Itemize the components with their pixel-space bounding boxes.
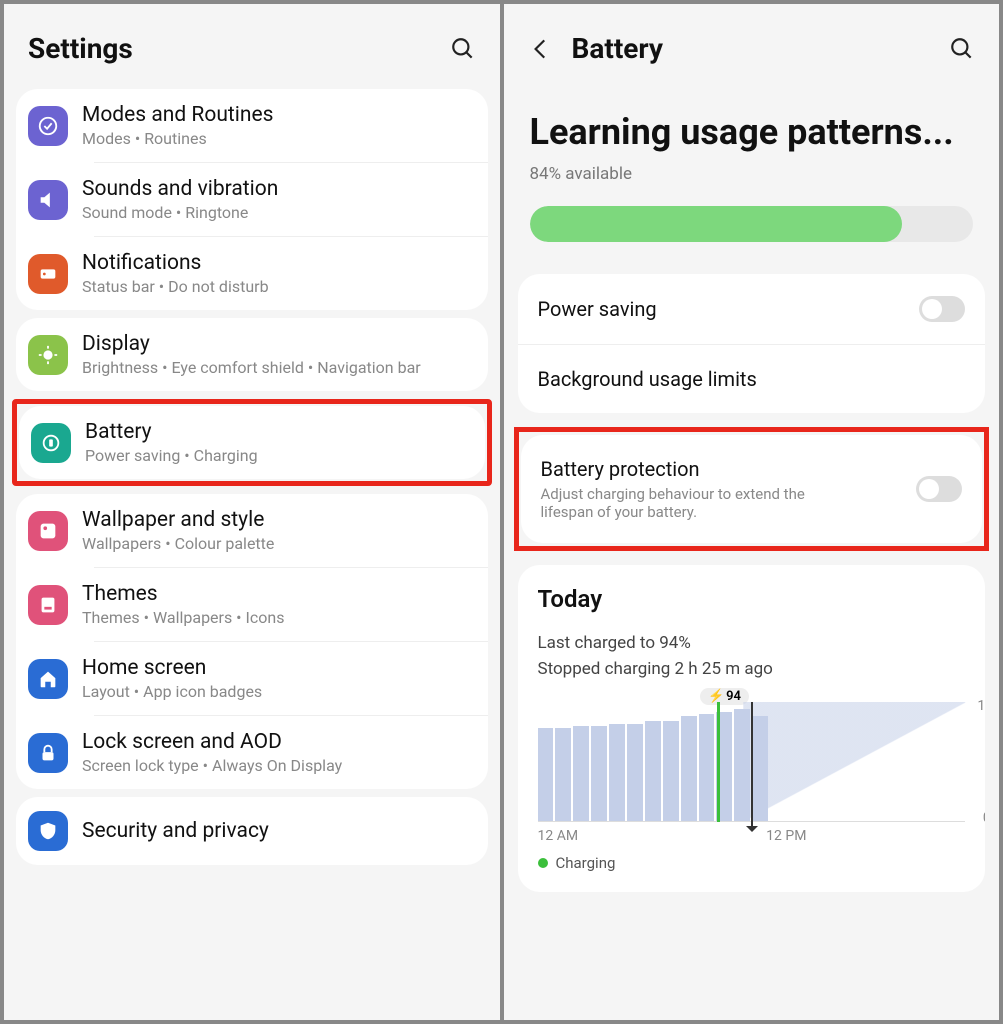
display-icon xyxy=(28,335,68,375)
chart-bar xyxy=(645,721,661,821)
legend-charging-dot xyxy=(538,858,548,868)
back-icon[interactable] xyxy=(528,36,554,62)
item-subtitle: Layout • App icon badges xyxy=(82,682,476,701)
battery-protection-highlight: Battery protection Adjust charging behav… xyxy=(514,427,990,551)
chart-bar xyxy=(681,716,697,821)
chart-legend: Charging xyxy=(538,854,966,872)
settings-item-lock-screen-and-aod[interactable]: Lock screen and AOD Screen lock type • Al… xyxy=(16,716,488,789)
settings-group: Display Brightness • Eye comfort shield •… xyxy=(16,318,488,391)
item-title: Notifications xyxy=(82,251,476,275)
item-title: Security and privacy xyxy=(82,819,476,843)
item-title: Sounds and vibration xyxy=(82,177,476,201)
item-title: Lock screen and AOD xyxy=(82,730,476,754)
chart-y-min: 0% xyxy=(983,810,985,826)
bg-limits-label: Background usage limits xyxy=(538,367,757,391)
legend-charging-label: Charging xyxy=(556,854,616,872)
settings-item-wallpaper-and-style[interactable]: Wallpaper and style Wallpapers • Colour p… xyxy=(16,494,488,567)
item-title: Modes and Routines xyxy=(82,103,476,127)
item-title: Home screen xyxy=(82,656,476,680)
search-icon[interactable] xyxy=(949,36,975,62)
battery-protection-item[interactable]: Battery protection Adjust charging behav… xyxy=(521,435,983,543)
learning-title: Learning usage patterns... xyxy=(530,111,974,154)
chart-bar xyxy=(627,724,643,822)
chart-bar xyxy=(538,728,554,821)
modes-icon xyxy=(28,106,68,146)
search-icon[interactable] xyxy=(450,36,476,62)
settings-group: Wallpaper and style Wallpapers • Colour p… xyxy=(16,494,488,789)
today-section: Today Last charged to 94% Stopped chargi… xyxy=(518,565,986,892)
battery-available: 84% available xyxy=(530,164,974,184)
home-icon xyxy=(28,659,68,699)
battery-hero: Learning usage patterns... 84% available xyxy=(504,81,1000,264)
battery-progress-bar xyxy=(530,206,974,242)
lock-icon xyxy=(28,733,68,773)
settings-item-themes[interactable]: Themes Themes • Wallpapers • Icons xyxy=(16,568,488,641)
item-subtitle: Sound mode • Ringtone xyxy=(82,203,476,222)
battery-usage-chart[interactable]: ⚡ 94 100 0% 12 AM 12 PM xyxy=(538,702,966,842)
settings-item-home-screen[interactable]: Home screen Layout • App icon badges xyxy=(16,642,488,715)
battery-progress-fill xyxy=(530,206,903,242)
power-saving-label: Power saving xyxy=(538,297,657,321)
battery-protection-desc: Adjust charging behaviour to extend the … xyxy=(541,485,841,521)
battery-title: Battery xyxy=(572,32,664,65)
chart-charge-marker xyxy=(717,702,720,822)
chart-x-start: 12 AM xyxy=(538,828,579,844)
power-saving-item[interactable]: Power saving xyxy=(518,274,986,344)
battery-header: Battery xyxy=(504,4,1000,81)
today-heading: Today xyxy=(538,585,966,613)
security-icon xyxy=(28,811,68,851)
chart-bar xyxy=(591,726,607,821)
chart-x-mid: 12 PM xyxy=(766,828,806,844)
power-saving-toggle[interactable] xyxy=(919,296,965,322)
chart-projection-area xyxy=(743,702,965,821)
item-title: Display xyxy=(82,332,476,356)
item-subtitle: Modes • Routines xyxy=(82,129,476,148)
chart-bar xyxy=(609,724,625,822)
sound-icon xyxy=(28,180,68,220)
settings-panel: Settings Modes and Routines Modes • Routi… xyxy=(4,4,500,1020)
settings-item-security-and-privacy[interactable]: Security and privacy xyxy=(16,797,488,865)
settings-item-sounds-and-vibration[interactable]: Sounds and vibration Sound mode • Rington… xyxy=(16,163,488,236)
themes-icon xyxy=(28,585,68,625)
chart-bar xyxy=(663,721,679,821)
settings-item-modes-and-routines[interactable]: Modes and Routines Modes • Routines xyxy=(16,89,488,162)
bg-limits-item[interactable]: Background usage limits xyxy=(518,344,986,413)
chart-bar xyxy=(573,726,589,821)
settings-header: Settings xyxy=(4,4,500,81)
settings-item-battery[interactable]: Battery Power saving • Charging xyxy=(19,406,485,479)
battery-panel: Battery Learning usage patterns... 84% a… xyxy=(504,4,1000,1020)
item-subtitle: Screen lock type • Always On Display xyxy=(82,756,476,775)
settings-title: Settings xyxy=(28,32,133,65)
item-title: Battery xyxy=(85,420,473,444)
settings-item-display[interactable]: Display Brightness • Eye comfort shield •… xyxy=(16,318,488,391)
chart-bar xyxy=(699,714,715,821)
notifications-icon xyxy=(28,254,68,294)
last-charged-text: Last charged to 94% xyxy=(538,631,966,657)
settings-group: Battery Power saving • Charging xyxy=(19,406,485,479)
battery-protection-toggle[interactable] xyxy=(916,476,962,502)
item-subtitle: Power saving • Charging xyxy=(85,446,473,465)
power-options-section: Power saving Background usage limits xyxy=(518,274,986,413)
stopped-charging-text: Stopped charging 2 h 25 m ago xyxy=(538,657,966,683)
chart-now-marker xyxy=(751,702,753,830)
chart-bar xyxy=(555,728,571,821)
settings-group: Modes and Routines Modes • Routines Sounds… xyxy=(16,89,488,310)
item-subtitle: Brightness • Eye comfort shield • Naviga… xyxy=(82,358,476,377)
wallpaper-icon xyxy=(28,511,68,551)
battery-highlight: Battery Power saving • Charging xyxy=(12,399,492,486)
settings-item-notifications[interactable]: Notifications Status bar • Do not disturb xyxy=(16,237,488,310)
item-subtitle: Status bar • Do not disturb xyxy=(82,277,476,296)
item-title: Themes xyxy=(82,582,476,606)
settings-group: Security and privacy xyxy=(16,797,488,865)
item-subtitle: Wallpapers • Colour palette xyxy=(82,534,476,553)
battery-icon xyxy=(31,423,71,463)
battery-protection-label: Battery protection xyxy=(541,457,841,481)
item-title: Wallpaper and style xyxy=(82,508,476,532)
item-subtitle: Themes • Wallpapers • Icons xyxy=(82,608,476,627)
chart-y-max: 100 xyxy=(977,698,985,714)
